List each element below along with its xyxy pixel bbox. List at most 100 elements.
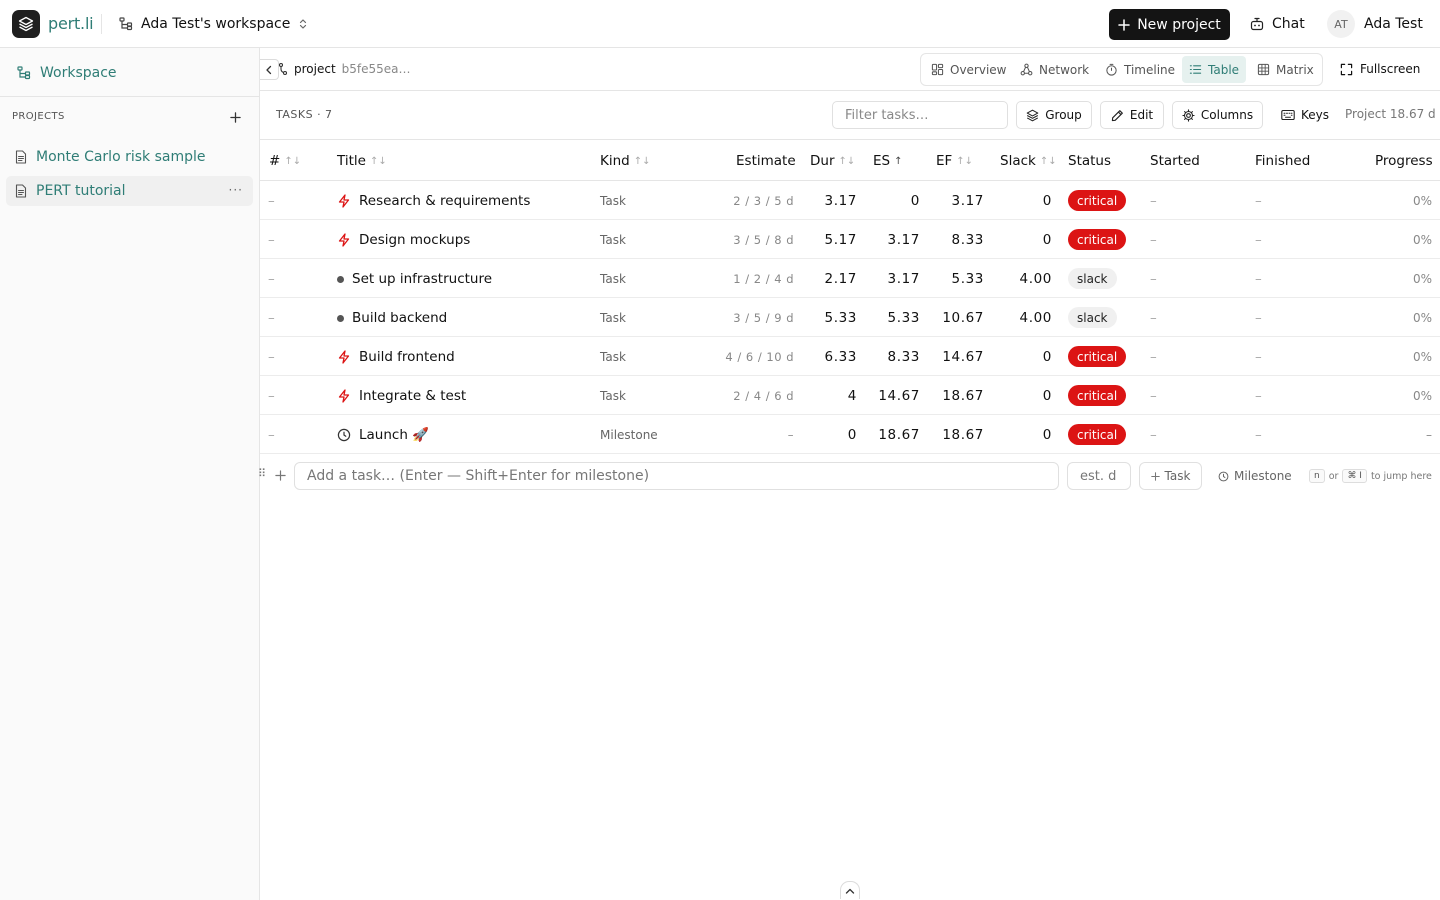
row-started[interactable]: – xyxy=(1150,192,1157,210)
row-started[interactable]: – xyxy=(1150,270,1157,288)
column-header-index[interactable]: # ↑↓ xyxy=(269,152,301,170)
tab-label: Network xyxy=(1039,62,1090,77)
row-progress: 0% xyxy=(1412,272,1432,286)
row-estimate[interactable]: 2 / 4 / 6 d xyxy=(733,387,794,405)
row-dur: 6.33 xyxy=(824,349,857,365)
column-header-kind[interactable]: Kind ↑↓ xyxy=(600,152,651,170)
row-es: 18.67 xyxy=(878,427,920,443)
sidebar-item-project[interactable]: PERT tutorial ··· xyxy=(6,176,253,206)
column-header-ef[interactable]: EF ↑↓ xyxy=(936,152,973,170)
row-finished[interactable]: – xyxy=(1255,192,1262,210)
app-logo[interactable] xyxy=(12,10,40,38)
critical-bolt-icon xyxy=(337,389,351,403)
row-estimate[interactable]: 1 / 2 / 4 d xyxy=(733,270,794,288)
row-title[interactable]: Build backend xyxy=(337,309,447,327)
row-estimate[interactable]: 4 / 6 / 10 d xyxy=(725,348,794,366)
filter-tasks-input[interactable] xyxy=(832,101,1008,129)
column-header-dur[interactable]: Dur ↑↓ xyxy=(810,152,855,170)
row-progress: 0% xyxy=(1412,389,1432,403)
table-row[interactable]: – Launch 🚀 Milestone – 0 18.67 18.67 0 critical –… xyxy=(260,415,1440,454)
tab-matrix[interactable]: Matrix xyxy=(1250,56,1321,83)
column-header-progress[interactable]: Progress xyxy=(1375,152,1433,170)
add-milestone-button[interactable]: Milestone xyxy=(1218,468,1292,484)
keys-label: Keys xyxy=(1301,108,1330,122)
add-row-plus-icon[interactable] xyxy=(272,467,288,483)
row-started[interactable]: – xyxy=(1150,426,1157,444)
workspace-switcher[interactable]: Ada Test's workspace xyxy=(118,13,309,35)
row-started[interactable]: – xyxy=(1150,387,1157,405)
column-header-status[interactable]: Status xyxy=(1068,152,1111,170)
sidebar-item-workspace[interactable]: Workspace xyxy=(16,62,117,84)
row-title[interactable]: Set up infrastructure xyxy=(337,270,492,288)
row-finished[interactable]: – xyxy=(1255,348,1262,366)
project-more-icon[interactable]: ··· xyxy=(229,183,243,197)
row-finished[interactable]: – xyxy=(1255,231,1262,249)
column-header-estimate[interactable]: Estimate xyxy=(736,152,796,170)
table-row[interactable]: – Integrate & test Task 2 / 4 / 6 d 4 14.67 18… xyxy=(260,376,1440,415)
row-title-text: Research & requirements xyxy=(359,193,531,209)
network-icon xyxy=(1020,63,1033,76)
row-estimate[interactable]: 2 / 3 / 5 d xyxy=(733,192,794,210)
estimate-input[interactable] xyxy=(1067,462,1131,490)
column-label: Finished xyxy=(1255,153,1311,169)
tab-network[interactable]: Network xyxy=(1013,56,1096,83)
row-kind: Task xyxy=(600,233,626,247)
fullscreen-button[interactable]: Fullscreen xyxy=(1340,61,1420,77)
add-task-button[interactable]: Task xyxy=(1139,462,1202,490)
sidebar: Workspace PROJECTS Monte Carlo risk samp… xyxy=(0,48,260,900)
add-project-button[interactable] xyxy=(227,109,243,125)
tab-table[interactable]: Table xyxy=(1182,56,1247,83)
column-header-finished[interactable]: Finished xyxy=(1255,152,1310,170)
chevron-up-icon xyxy=(845,888,855,894)
row-title-text: Design mockups xyxy=(359,232,471,248)
row-title[interactable]: Launch 🚀 xyxy=(337,426,429,444)
sidebar-workspace-label: Workspace xyxy=(40,65,117,81)
column-header-started[interactable]: Started xyxy=(1150,152,1200,170)
row-estimate[interactable]: 3 / 5 / 9 d xyxy=(733,309,794,327)
row-estimate[interactable]: – xyxy=(788,426,794,444)
row-finished[interactable]: – xyxy=(1255,309,1262,327)
tab-overview[interactable]: Overview xyxy=(924,56,1014,83)
chat-button[interactable]: Chat xyxy=(1249,13,1305,35)
table-row[interactable]: – Build backend Task 3 / 5 / 9 d 5.33 5.33 10.… xyxy=(260,298,1440,337)
document-icon xyxy=(15,184,27,198)
column-header-title[interactable]: Title ↑↓ xyxy=(337,152,387,170)
row-title[interactable]: Design mockups xyxy=(337,231,470,249)
row-estimate[interactable]: 3 / 5 / 8 d xyxy=(733,231,794,249)
breadcrumb-project[interactable]: project xyxy=(294,62,336,76)
column-header-slack[interactable]: Slack ↑↓ xyxy=(1000,152,1057,170)
table-row[interactable]: – Design mockups Task 3 / 5 / 8 d 5.17 3.17 8.… xyxy=(260,220,1440,259)
row-title[interactable]: Research & requirements xyxy=(337,192,530,210)
group-button[interactable]: Group xyxy=(1016,101,1092,129)
row-finished[interactable]: – xyxy=(1255,270,1262,288)
table-row[interactable]: – Build frontend Task 4 / 6 / 10 d 6.33 8.33 1… xyxy=(260,337,1440,376)
drag-handle-icon[interactable]: ⠿ xyxy=(258,467,266,480)
collapse-sidebar-button[interactable] xyxy=(260,59,279,80)
app-name[interactable]: pert.li xyxy=(48,14,94,33)
edit-label: Edit xyxy=(1129,108,1154,122)
dot-icon xyxy=(337,314,344,322)
new-project-button[interactable]: New project xyxy=(1109,9,1230,40)
edit-button[interactable]: Edit xyxy=(1100,101,1164,129)
row-slack: 0 xyxy=(1042,193,1052,209)
row-progress: 0% xyxy=(1412,194,1432,208)
columns-button[interactable]: Columns xyxy=(1172,101,1263,129)
tab-timeline[interactable]: Timeline xyxy=(1098,56,1182,83)
row-started[interactable]: – xyxy=(1150,309,1157,327)
sort-icon: ↑↓ xyxy=(284,155,302,167)
bottom-panel-toggle[interactable] xyxy=(840,881,860,899)
add-task-input[interactable] xyxy=(294,462,1059,490)
sidebar-item-project[interactable]: Monte Carlo risk sample xyxy=(6,142,253,172)
keys-button[interactable]: Keys xyxy=(1281,107,1329,123)
row-title[interactable]: Build frontend xyxy=(337,348,455,366)
row-finished[interactable]: – xyxy=(1255,387,1262,405)
row-started[interactable]: – xyxy=(1150,231,1157,249)
row-started[interactable]: – xyxy=(1150,348,1157,366)
row-finished[interactable]: – xyxy=(1255,426,1262,444)
user-menu[interactable]: AT Ada Test xyxy=(1327,10,1423,38)
column-header-es[interactable]: ES ↑ xyxy=(873,152,903,170)
table-row[interactable]: – Set up infrastructure Task 1 / 2 / 4 d 2.1… xyxy=(260,259,1440,298)
row-title[interactable]: Integrate & test xyxy=(337,387,466,405)
row-ef: 8.33 xyxy=(951,232,984,248)
table-row[interactable]: – Research & requirements Task 2 / 3 / 5 d 3… xyxy=(260,181,1440,220)
